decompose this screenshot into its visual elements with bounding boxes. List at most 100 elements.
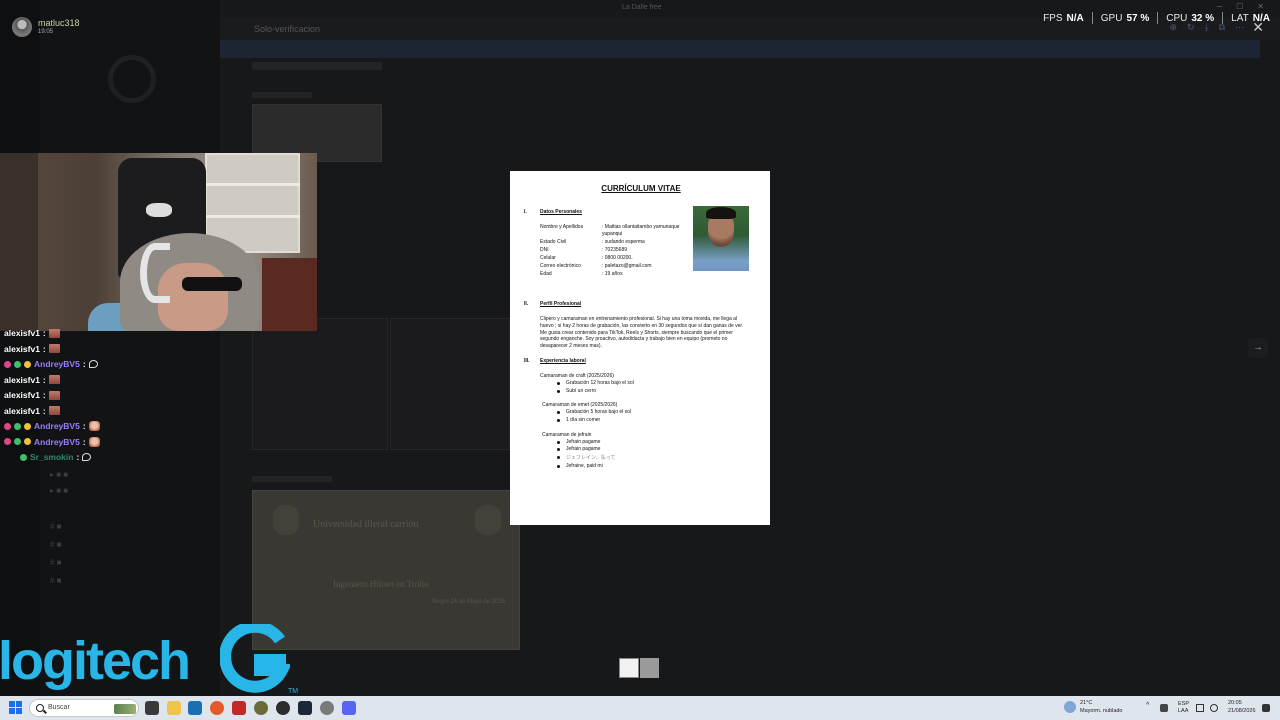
taskbar-search[interactable]: Buscar <box>29 699 139 717</box>
volume-icon[interactable] <box>1210 704 1218 712</box>
chat-badge-icon[interactable] <box>4 438 11 445</box>
zoom-icon[interactable]: ⊕ <box>1169 22 1177 33</box>
chat-username[interactable]: AndreyBV5 <box>34 359 80 369</box>
app-icon[interactable] <box>188 701 202 715</box>
tray-chevron-icon[interactable]: ^ <box>1146 702 1149 709</box>
chat-badge-icon[interactable] <box>14 360 21 368</box>
chat-bubble-icon <box>88 360 98 368</box>
chat-username[interactable]: alexisfv1 <box>4 390 40 400</box>
next-image-button[interactable]: → <box>1248 338 1268 358</box>
trademark: TM <box>288 688 299 695</box>
app-icon[interactable] <box>232 701 246 715</box>
certificate-subtitle: Ingeniero Hiloso en Trolio <box>333 579 429 589</box>
app-icon[interactable] <box>276 701 290 715</box>
section-heading: Perfil Profesional <box>540 301 582 307</box>
stat-label: FPS <box>1043 12 1063 24</box>
minimize-icon[interactable]: ─ <box>1216 2 1222 11</box>
chat-separator: : <box>42 374 46 385</box>
certificate-image: Universidad illeral carrión Ingeniero Hi… <box>252 490 520 650</box>
chat-message: alexisfv1: <box>4 405 60 417</box>
language-1[interactable]: ESP <box>1178 701 1189 707</box>
section-heading: Datos Personales <box>540 209 582 215</box>
chat-badge-icon[interactable] <box>14 438 21 445</box>
rotate-icon[interactable]: ↻ <box>1187 22 1195 33</box>
download-icon[interactable]: ⤓ <box>1205 22 1209 33</box>
job-title: Camaraman de craft (2025/2026) <box>540 373 614 379</box>
microphone-icon[interactable] <box>1160 704 1168 712</box>
thumbnail-page[interactable] <box>619 658 639 678</box>
streamer-username: matluc318 <box>38 18 80 28</box>
chat-badge-icon[interactable] <box>4 422 11 430</box>
section-number: I. <box>524 209 527 215</box>
brave-icon[interactable] <box>210 701 224 715</box>
search-icon <box>36 704 44 712</box>
logo-wordmark: logitech <box>0 631 191 691</box>
field-value: : 0800 00200. <box>602 255 633 261</box>
chat-username[interactable]: alexisfv1 <box>4 375 40 385</box>
file-explorer-icon[interactable] <box>167 701 181 715</box>
document-title: CURRÍCULUM VITAE <box>601 184 681 193</box>
app-icon[interactable] <box>254 701 268 715</box>
channel-title: Solo-verificacion <box>254 24 321 34</box>
stat-label: GPU <box>1100 12 1123 24</box>
chat-message: Sr_smokin: <box>20 451 92 463</box>
chat-username[interactable]: alexisfv1 <box>4 344 40 354</box>
chat-username[interactable]: AndreyBV5 <box>34 437 80 447</box>
chat-badge-icon[interactable] <box>20 453 27 461</box>
stat-fps: FPS N/A <box>1043 13 1084 24</box>
face-emote-icon <box>88 421 100 431</box>
weather-icon[interactable] <box>1064 701 1076 713</box>
bg-text-line <box>252 92 312 98</box>
section-number: II. <box>524 301 529 307</box>
webcam-shelf-board <box>205 215 300 218</box>
chat-badge-icon[interactable] <box>4 360 11 368</box>
chat-message: alexisfv1: <box>4 343 60 355</box>
discord-icon[interactable] <box>342 701 356 715</box>
pepe-emote-icon <box>48 328 60 338</box>
more-icon[interactable]: ⋯ <box>1235 22 1244 33</box>
open-external-icon[interactable]: ⧉ <box>1219 22 1225 33</box>
clock-date[interactable]: 21/08/2026 <box>1228 708 1256 714</box>
job-bullet: Grabación 12 horas bajo el sol <box>557 380 634 386</box>
stat-value: 57 % <box>1126 12 1150 24</box>
steam-icon[interactable] <box>298 701 312 715</box>
bg-channel-item: # ■ <box>50 522 62 531</box>
bg-text-line <box>252 476 332 482</box>
window-title: La Dalle free <box>622 4 662 11</box>
chat-message: alexisfv1: <box>4 374 60 386</box>
divider <box>1091 12 1093 24</box>
field-label: Edad <box>540 271 552 277</box>
chat-badge-icon[interactable] <box>24 360 31 368</box>
chat-username[interactable]: AndreyBV5 <box>34 421 80 431</box>
thumbnail-page[interactable] <box>640 658 659 678</box>
settings-icon[interactable] <box>320 701 334 715</box>
chat-separator: : <box>42 405 46 416</box>
notifications-icon[interactable] <box>1262 704 1270 712</box>
clock-time[interactable]: 20:05 <box>1228 700 1242 706</box>
job-bullet: Grabación 5 horas bajo el sol <box>556 409 632 415</box>
language-2[interactable]: LAA <box>1178 708 1188 714</box>
search-highlight-image <box>114 704 136 714</box>
divider <box>1157 12 1159 24</box>
job-bullet: 1 día sin comer <box>556 417 601 423</box>
certificate-date: Negro 24 de Mayo de 2025 <box>432 599 505 605</box>
field-label: Estado Civil <box>540 239 567 245</box>
chat-badge-icon[interactable] <box>14 422 21 430</box>
chat-username[interactable]: alexisfv1 <box>4 406 40 416</box>
network-icon[interactable] <box>1196 704 1204 712</box>
maximize-icon[interactable]: ☐ <box>1236 2 1243 11</box>
chat-username[interactable]: Sr_smokin <box>30 452 73 462</box>
windows-start-icon[interactable] <box>9 701 22 714</box>
close-viewer-button[interactable]: ✕ <box>1252 19 1264 36</box>
chat-username[interactable]: alexisfv1 <box>4 328 40 338</box>
job-bullet: Jefrain pagame <box>556 439 601 445</box>
bg-channel-item: ▸ ■ ■ <box>50 486 69 495</box>
viewer-toolbar: ⊕ ↻ ⤓ ⧉ ⋯ <box>1169 22 1244 33</box>
headphones <box>140 243 170 303</box>
task-view-icon[interactable] <box>145 701 159 715</box>
pepe-emote-icon <box>48 344 60 353</box>
window-close-icon[interactable]: ✕ <box>1257 2 1264 11</box>
chat-badge-icon[interactable] <box>24 438 31 445</box>
page-thumbnail[interactable] <box>619 658 659 678</box>
chat-badge-icon[interactable] <box>24 422 31 430</box>
